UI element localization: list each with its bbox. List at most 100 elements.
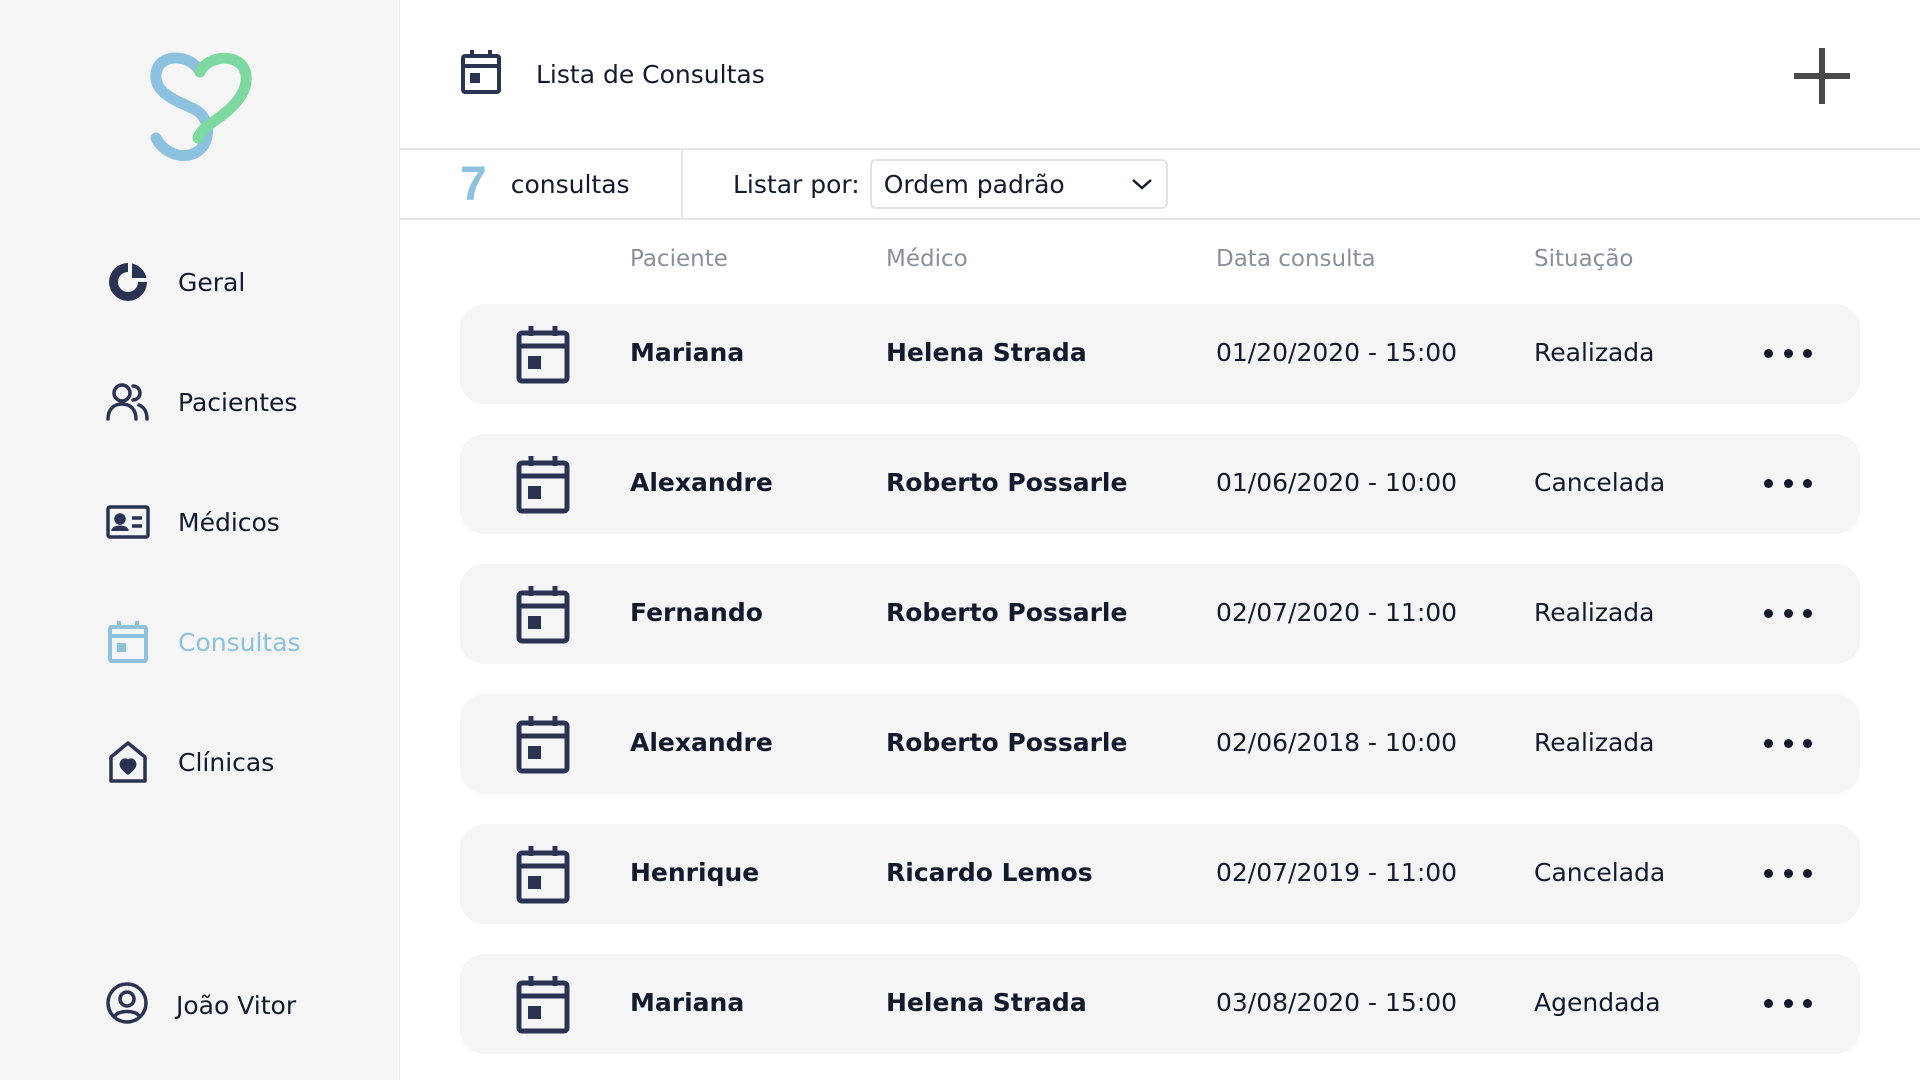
cell-medico: Roberto Possarle [886,598,1128,627]
count-label: consultas [510,169,630,199]
cell-medico: Roberto Possarle [886,468,1128,497]
page-header: Lista de Consultas [400,0,1920,150]
consultas-list: Mariana Helena Strada 01/20/2020 - 15:00 Re… [460,304,1860,1080]
page-title: Lista de Consultas [536,59,765,89]
sidebar-item-clinicas[interactable]: Clínicas [104,730,301,794]
calendar-icon [460,48,502,100]
sidebar-item-medicos[interactable]: Médicos [104,490,301,554]
dot [1803,738,1812,748]
cell-data: 03/08/2020 - 15:00 [1216,988,1458,1017]
more-options-button[interactable] [1764,988,1812,1018]
table-header: Paciente Médico Data consulta Situação [400,220,1920,300]
table-row[interactable]: Mariana Helena Strada 03/08/2020 - 15:00 Ag… [460,954,1860,1054]
user-name: João Vitor [176,990,297,1020]
cell-medico: Roberto Possarle [886,728,1128,757]
table-row[interactable]: Mariana Helena Strada 01/20/2020 - 15:00 Re… [460,304,1860,404]
cell-situacao: Agendada [1534,988,1661,1017]
dot [1764,738,1773,748]
count-number: 7 [460,157,487,211]
chevron-down-icon [1131,179,1152,190]
cell-data: 01/06/2020 - 10:00 [1216,468,1458,497]
dot [1764,348,1773,358]
sidebar-item-label: Clínicas [178,747,275,777]
cell-medico: Helena Strada [886,988,1087,1017]
calendar-icon [516,324,570,384]
cell-paciente: Fernando [630,598,763,627]
heart-logo-icon [150,52,252,161]
more-options-button[interactable] [1764,468,1812,498]
sidebar-item-label: Médicos [178,507,280,537]
dot [1783,348,1793,358]
sidebar-nav: Geral Pacientes Médicos Consultas Clínic… [104,250,301,850]
column-header-situacao: Situação [1534,246,1634,272]
dot [1783,478,1793,488]
more-options-button[interactable] [1764,598,1812,628]
sidebar-item-geral[interactable]: Geral [104,250,301,314]
cell-situacao: Cancelada [1534,468,1666,497]
column-header-data: Data consulta [1216,246,1376,272]
dot [1803,608,1812,618]
sidebar-item-label: Geral [178,267,246,297]
dot [1803,348,1812,358]
calendar-icon [516,584,570,644]
dot [1783,608,1793,618]
dot [1764,478,1773,488]
cell-data: 02/07/2020 - 11:00 [1216,598,1458,627]
filter-bar: 7 consultas Listar por: Ordem padrão [400,149,1920,220]
table-row[interactable]: Alexandre Roberto Possarle 02/06/2018 - 10… [460,694,1860,794]
cell-paciente: Alexandre [630,468,773,497]
sidebar-item-pacientes[interactable]: Pacientes [104,370,301,434]
dot [1803,478,1812,488]
sort-label: Listar por: [733,169,860,199]
more-options-button[interactable] [1764,858,1812,888]
cell-situacao: Realizada [1534,728,1655,757]
sidebar: Geral Pacientes Médicos Consultas Clínic… [0,0,400,1080]
consultas-count: 7 consultas [400,149,683,219]
pie-chart-icon [104,258,152,306]
dot [1783,868,1793,878]
id-card-icon [104,498,152,546]
dot [1764,608,1773,618]
sort-selected-value: Ordem padrão [883,169,1065,199]
clinic-house-icon [104,738,152,786]
cell-data: 02/06/2018 - 10:00 [1216,728,1458,757]
calendar-icon [104,618,152,666]
column-header-medico: Médico [886,246,968,272]
sort-select[interactable]: Ordem padrão [869,159,1168,209]
calendar-icon [516,454,570,514]
cell-medico: Ricardo Lemos [886,858,1093,887]
users-icon [104,378,152,426]
sort-control: Listar por: Ordem padrão [683,159,1168,209]
cell-paciente: Alexandre [630,728,773,757]
dot [1764,998,1773,1008]
table-row[interactable]: Fernando Roberto Possarle 02/07/2020 - 11:… [460,564,1860,664]
plus-icon [1794,48,1850,104]
more-options-button[interactable] [1764,728,1812,758]
main-content: Lista de Consultas 7 consultas Listar po… [400,0,1920,1080]
dot [1803,998,1812,1008]
sidebar-item-label: Consultas [178,627,301,657]
calendar-icon [516,974,570,1034]
calendar-icon [516,844,570,904]
dot [1783,998,1793,1008]
cell-situacao: Realizada [1534,338,1655,367]
sidebar-item-consultas[interactable]: Consultas [104,610,301,674]
cell-paciente: Mariana [630,988,745,1017]
cell-situacao: Cancelada [1534,858,1666,887]
cell-data: 02/07/2019 - 11:00 [1216,858,1458,887]
table-row[interactable]: Henrique Ricardo Lemos 02/07/2019 - 11:00 C… [460,824,1860,924]
table-row[interactable]: Alexandre Roberto Possarle 01/06/2020 - 10… [460,434,1860,534]
calendar-icon [516,714,570,774]
cell-situacao: Realizada [1534,598,1655,627]
more-options-button[interactable] [1764,338,1812,368]
user-circle-icon [104,980,150,1030]
cell-paciente: Mariana [630,338,745,367]
dot [1803,868,1812,878]
sidebar-item-label: Pacientes [178,387,298,417]
add-consulta-button[interactable] [1790,44,1854,108]
dot [1764,868,1773,878]
cell-data: 01/20/2020 - 15:00 [1216,338,1458,367]
user-profile[interactable]: João Vitor [104,980,296,1030]
column-header-paciente: Paciente [630,246,728,272]
cell-paciente: Henrique [630,858,760,887]
